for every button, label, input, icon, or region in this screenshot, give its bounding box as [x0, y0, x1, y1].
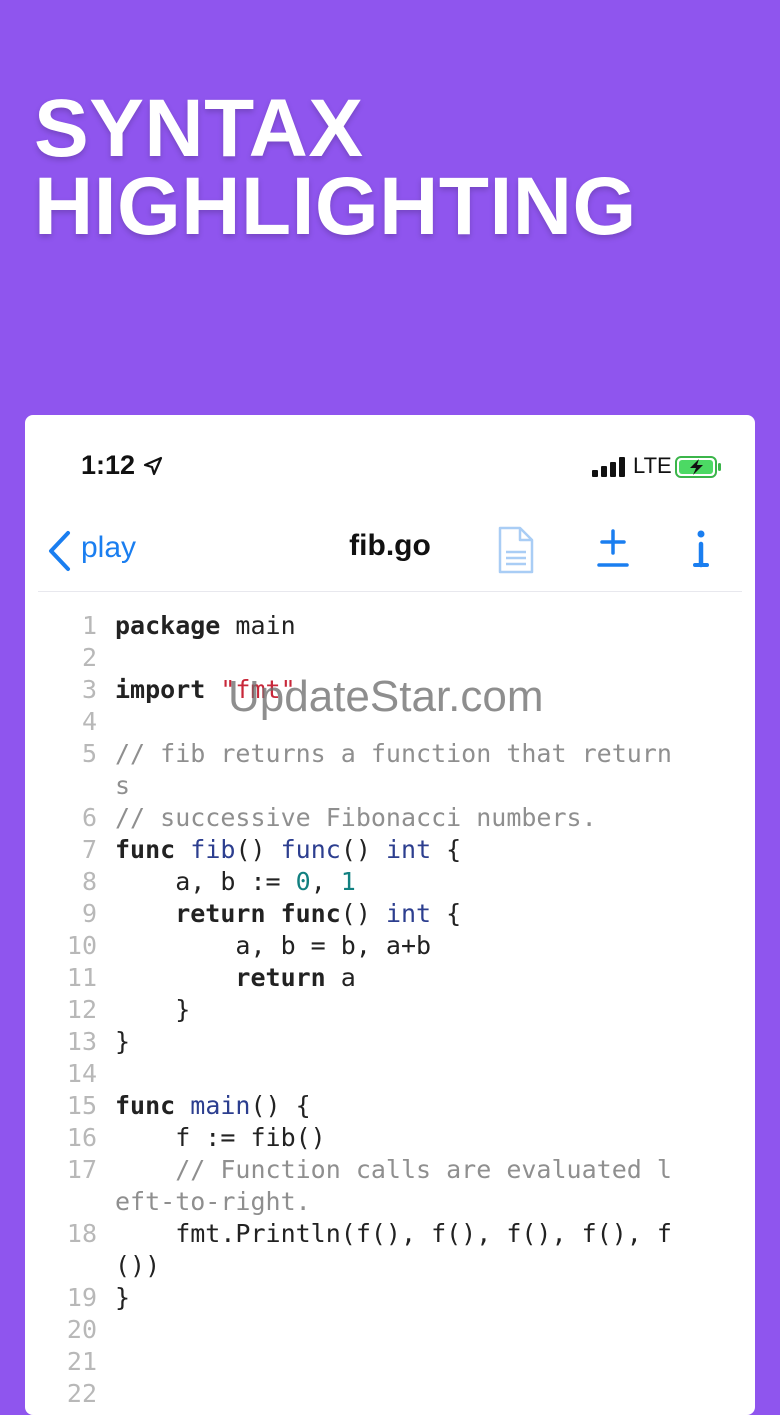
battery-charging-icon [675, 456, 721, 478]
code-text: a, b = b, a+b [115, 931, 432, 960]
code-text: return func() int { [115, 899, 462, 928]
phone-screen: 1:12 LTE play fib.go 1 package main 2 3 … [25, 415, 755, 1415]
code-line: 12 } [25, 994, 755, 1026]
line-number: 6 [81, 803, 97, 832]
line-number: 10 [66, 931, 97, 960]
document-icon [498, 526, 534, 574]
code-editor[interactable]: 1 package main 2 3 import "fmt" 4 5 // f… [25, 610, 755, 1410]
line-number: 14 [66, 1059, 97, 1088]
code-line: 10 a, b = b, a+b [25, 930, 755, 962]
code-line-wrap: s [25, 770, 755, 802]
code-text: fmt.Println(f(), f(), f(), f(), f [115, 1219, 672, 1248]
code-comment: // fib returns a function that return [115, 739, 672, 768]
code-line: 20 [25, 1314, 755, 1346]
line-number: 18 [66, 1219, 97, 1248]
diff-button[interactable] [596, 525, 630, 578]
code-comment: s [115, 771, 131, 800]
line-number: 20 [66, 1315, 97, 1344]
document-button[interactable] [496, 525, 536, 580]
code-text: a, b := 0, 1 [115, 867, 356, 896]
page-title: fib.go [349, 529, 431, 562]
code-line: 21 [25, 1346, 755, 1378]
info-icon [693, 530, 709, 568]
code-line: 14 [25, 1058, 755, 1090]
code-text: } [115, 1027, 131, 1056]
hero-title-line1: SYNTAX [34, 83, 364, 174]
code-line: 17 // Function calls are evaluated l [25, 1154, 755, 1186]
line-number: 22 [66, 1379, 97, 1408]
line-number: 11 [66, 963, 97, 992]
code-line: 7 func fib() func() int { [25, 834, 755, 866]
line-number: 12 [66, 995, 97, 1024]
code-text: ()) [115, 1251, 161, 1280]
code-line: 11 return a [25, 962, 755, 994]
code-line: 22 [25, 1378, 755, 1410]
code-line-wrap: eft-to-right. [25, 1186, 755, 1218]
code-line: 5 // fib returns a function that return [25, 738, 755, 770]
code-text: func fib() func() int { [115, 835, 462, 864]
code-line: 19 } [25, 1282, 755, 1314]
code-text: func main() { [115, 1091, 311, 1120]
status-bar: 1:12 LTE [25, 415, 755, 515]
line-number: 9 [81, 899, 97, 928]
line-number: 2 [81, 643, 97, 672]
navigation-bar: play fib.go [38, 515, 742, 592]
code-line: 16 f := fib() [25, 1122, 755, 1154]
line-number: 3 [81, 675, 97, 704]
code-line-wrap: ()) [25, 1250, 755, 1282]
code-line: 13 } [25, 1026, 755, 1058]
code-text: } [115, 995, 191, 1024]
code-line: 18 fmt.Println(f(), f(), f(), f(), f [25, 1218, 755, 1250]
line-number: 15 [66, 1091, 97, 1120]
code-line: 8 a, b := 0, 1 [25, 866, 755, 898]
code-line: 6 // successive Fibonacci numbers. [25, 802, 755, 834]
code-line: 9 return func() int { [25, 898, 755, 930]
code-text: f := fib() [115, 1123, 326, 1152]
hero-title: SYNTAX HIGHLIGHTING [34, 83, 637, 252]
line-number: 7 [81, 835, 97, 864]
code-line: 15 func main() { [25, 1090, 755, 1122]
code-text: package main [115, 611, 296, 640]
status-time: 1:12 [81, 450, 136, 480]
code-comment: // successive Fibonacci numbers. [115, 803, 597, 832]
line-number: 13 [66, 1027, 97, 1056]
code-line: 1 package main [25, 610, 755, 642]
info-button[interactable] [690, 525, 712, 578]
back-button-label: play [81, 531, 137, 564]
chevron-left-icon [49, 531, 70, 571]
code-comment: // Function calls are evaluated l [115, 1155, 672, 1184]
line-number: 17 [66, 1155, 97, 1184]
code-line: 2 [25, 642, 755, 674]
plus-minus-icon [597, 529, 629, 567]
line-number: 16 [66, 1123, 97, 1152]
line-number: 5 [81, 739, 97, 768]
line-number: 21 [66, 1347, 97, 1376]
cellular-signal-icon [592, 457, 625, 477]
code-comment: eft-to-right. [115, 1187, 311, 1216]
network-type: LTE [633, 453, 672, 478]
location-arrow-icon [143, 456, 163, 476]
watermark: UpdateStar.com [228, 672, 544, 721]
code-text: return a [115, 963, 356, 992]
hero-title-line2: HIGHLIGHTING [34, 161, 637, 252]
code-text: } [115, 1283, 131, 1312]
line-number: 8 [81, 867, 97, 896]
line-number: 1 [81, 611, 97, 640]
line-number: 19 [66, 1283, 97, 1312]
line-number: 4 [81, 707, 97, 736]
